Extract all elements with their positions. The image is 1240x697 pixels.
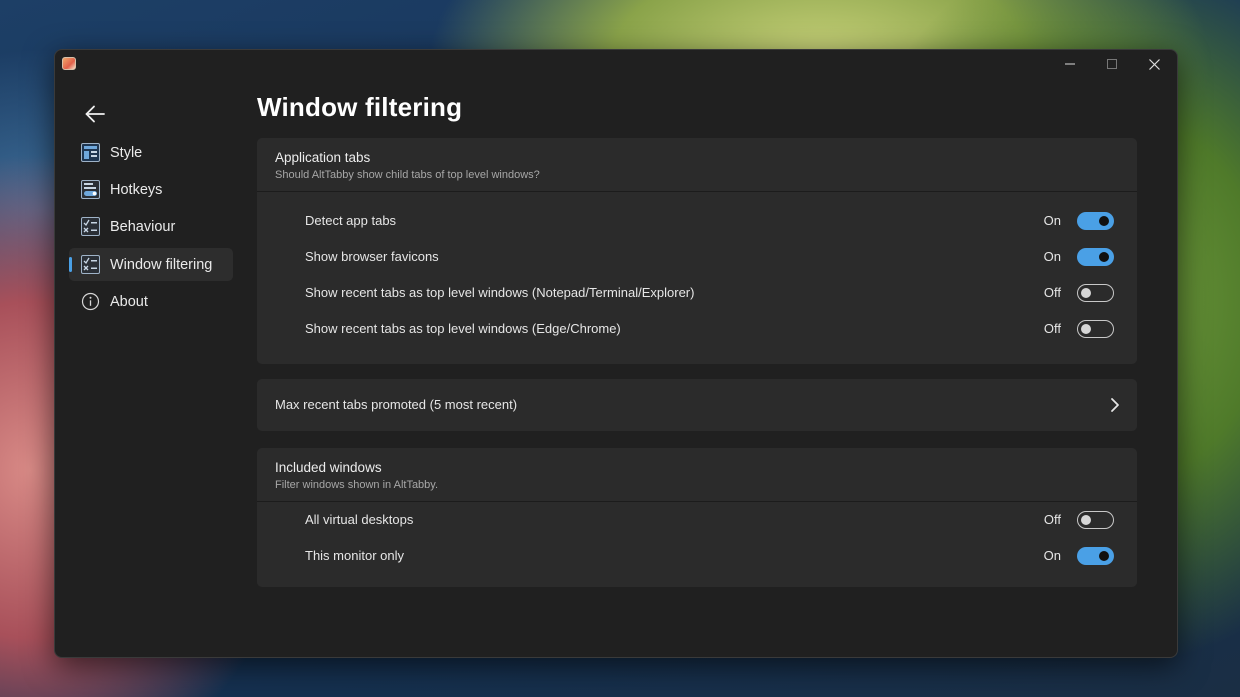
sidebar-item-window-filtering[interactable]: Window filtering xyxy=(69,248,233,281)
setting-label: This monitor only xyxy=(305,548,404,563)
toggle-state-label: On xyxy=(1043,548,1061,563)
page-title: Window filtering xyxy=(257,92,463,122)
toggle-knob xyxy=(1081,288,1091,298)
maximize-icon xyxy=(1107,59,1117,69)
title-bar[interactable] xyxy=(55,50,1177,80)
setting-label: All virtual desktops xyxy=(305,512,414,527)
this-monitor-only-toggle[interactable] xyxy=(1077,547,1114,565)
back-arrow-icon xyxy=(85,105,105,123)
sidebar-item-label: About xyxy=(110,293,148,310)
behaviour-icon xyxy=(80,217,100,237)
all-virtual-desktops-toggle[interactable] xyxy=(1077,511,1114,529)
toggle-knob xyxy=(1081,515,1091,525)
sidebar-item-label: Window filtering xyxy=(110,256,213,273)
sidebar-item-style[interactable]: Style xyxy=(69,136,233,169)
setting-all-virtual-desktops: All virtual desktops Off xyxy=(257,502,1137,538)
info-icon xyxy=(80,292,100,312)
minimize-icon xyxy=(1065,63,1075,65)
included-windows-card: Included windows Filter windows shown in… xyxy=(257,448,1137,587)
sidebar-item-about[interactable]: About xyxy=(69,285,233,318)
maximize-button[interactable] xyxy=(1091,50,1133,78)
sidebar-item-label: Hotkeys xyxy=(110,181,163,198)
max-recent-tabs-label: Max recent tabs promoted (5 most recent) xyxy=(275,397,518,412)
back-button[interactable] xyxy=(79,98,111,130)
toggle-state-label: Off xyxy=(1043,512,1061,527)
toggle-knob xyxy=(1099,551,1109,561)
setting-detect-app-tabs: Detect app tabs On xyxy=(257,203,1137,239)
setting-label: Show recent tabs as top level windows (E… xyxy=(305,321,621,336)
toggle-state-label: On xyxy=(1043,213,1061,228)
recent-tabs-notepad-toggle[interactable] xyxy=(1077,284,1114,302)
detect-app-tabs-toggle[interactable] xyxy=(1077,212,1114,230)
setting-show-browser-favicons: Show browser favicons On xyxy=(257,239,1137,275)
card-description: Filter windows shown in AltTabby. xyxy=(275,479,439,491)
setting-label: Show recent tabs as top level windows (N… xyxy=(305,285,695,300)
minimize-button[interactable] xyxy=(1049,50,1091,78)
card-description: Should AltTabby show child tabs of top l… xyxy=(275,169,540,181)
max-recent-tabs-row[interactable]: Max recent tabs promoted (5 most recent) xyxy=(257,379,1137,431)
app-icon xyxy=(62,57,76,70)
chevron-right-icon xyxy=(1111,398,1119,412)
toggle-knob xyxy=(1081,324,1091,334)
toggle-state-label: Off xyxy=(1043,321,1061,336)
settings-window: Style Hotkeys Behaviour Window filtering… xyxy=(54,49,1178,658)
sidebar-item-label: Behaviour xyxy=(110,218,176,235)
toggle-state-label: Off xyxy=(1043,285,1061,300)
sidebar-item-hotkeys[interactable]: Hotkeys xyxy=(69,173,233,206)
toggle-knob xyxy=(1099,252,1109,262)
toggle-knob xyxy=(1099,216,1109,226)
setting-recent-tabs-notepad-terminal-explorer: Show recent tabs as top level windows (N… xyxy=(257,275,1137,311)
recent-tabs-edge-chrome-toggle[interactable] xyxy=(1077,320,1114,338)
application-tabs-card: Application tabs Should AltTabby show ch… xyxy=(257,138,1137,364)
style-icon xyxy=(80,143,100,163)
sidebar-item-label: Style xyxy=(110,144,143,161)
close-button[interactable] xyxy=(1133,50,1175,78)
setting-this-monitor-only: This monitor only On xyxy=(257,538,1137,574)
setting-label: Show browser favicons xyxy=(305,249,439,264)
setting-label: Detect app tabs xyxy=(305,213,397,228)
setting-recent-tabs-edge-chrome: Show recent tabs as top level windows (E… xyxy=(257,311,1137,347)
card-title: Included windows xyxy=(275,460,382,475)
card-header: Included windows Filter windows shown in… xyxy=(257,448,1137,502)
close-icon xyxy=(1148,58,1160,70)
card-header: Application tabs Should AltTabby show ch… xyxy=(257,138,1137,192)
show-browser-favicons-toggle[interactable] xyxy=(1077,248,1114,266)
hotkeys-icon xyxy=(80,180,100,200)
sidebar-item-behaviour[interactable]: Behaviour xyxy=(69,210,233,243)
card-title: Application tabs xyxy=(275,150,371,165)
filter-icon xyxy=(80,255,100,275)
toggle-state-label: On xyxy=(1043,249,1061,264)
